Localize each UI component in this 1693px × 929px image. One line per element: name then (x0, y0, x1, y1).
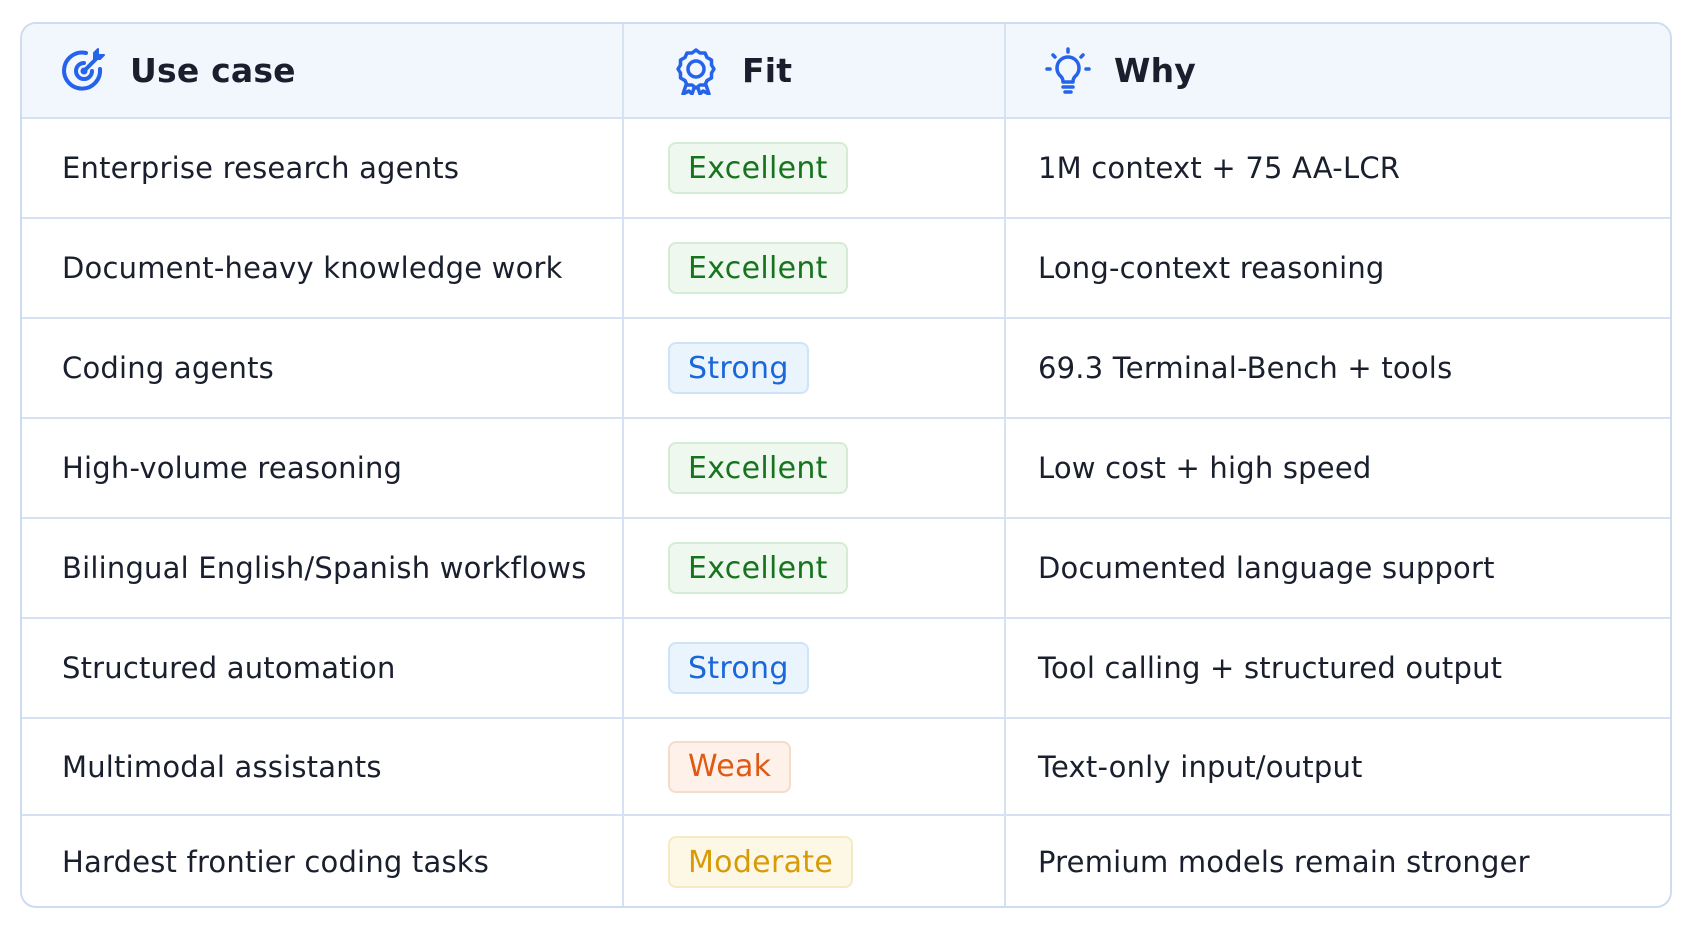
table-row: High-volume reasoning Excellent Low cost… (22, 419, 1670, 519)
why-cell: 1M context + 75 AA-LCR (1038, 151, 1401, 185)
fit-cell: Excellent (624, 519, 1006, 617)
table-row: Enterprise research agents Excellent 1M … (22, 119, 1670, 219)
why-cell: 69.3 Terminal-Bench + tools (1038, 351, 1453, 385)
why-cell: Tool calling + structured output (1038, 651, 1503, 685)
header-use-case-label: Use case (130, 51, 296, 90)
fit-badge: Excellent (668, 442, 848, 494)
table-header: Use case Fit Why (22, 24, 1670, 119)
use-case-cell: High-volume reasoning (22, 419, 624, 517)
use-case-cell: Multimodal assistants (22, 719, 624, 814)
why-cell: Premium models remain stronger (1038, 845, 1530, 879)
why-cell: Documented language support (1038, 551, 1495, 585)
use-case-cell: Bilingual English/Spanish workflows (22, 519, 624, 617)
fit-badge: Strong (668, 342, 809, 394)
fit-cell: Moderate (624, 816, 1006, 906)
use-case-cell: Enterprise research agents (22, 119, 624, 217)
header-use-case: Use case (22, 24, 624, 117)
use-case-cell: Coding agents (22, 319, 624, 417)
award-ribbon-icon (672, 47, 720, 95)
fit-cell: Weak (624, 719, 1006, 814)
fit-badge: Excellent (668, 142, 848, 194)
fit-badge: Moderate (668, 836, 854, 888)
table-row: Hardest frontier coding tasks Moderate P… (22, 816, 1670, 906)
why-cell: Long-context reasoning (1038, 251, 1385, 285)
table-row: Document-heavy knowledge work Excellent … (22, 219, 1670, 319)
table-row: Bilingual English/Spanish workflows Exce… (22, 519, 1670, 619)
table-row: Multimodal assistants Weak Text-only inp… (22, 719, 1670, 816)
fit-cell: Excellent (624, 219, 1006, 317)
table-row: Coding agents Strong 69.3 Terminal-Bench… (22, 319, 1670, 419)
fit-badge: Excellent (668, 542, 848, 594)
fit-cell: Excellent (624, 419, 1006, 517)
why-cell: Text-only input/output (1038, 749, 1363, 784)
table-row: Structured automation Strong Tool callin… (22, 619, 1670, 719)
use-case-cell: Hardest frontier coding tasks (22, 816, 624, 906)
why-cell: Low cost + high speed (1038, 451, 1372, 485)
fit-badge: Excellent (668, 242, 848, 294)
use-case-fit-table: Use case Fit Why Enterprise research age… (20, 22, 1672, 908)
header-why-label: Why (1114, 51, 1197, 90)
header-fit-label: Fit (742, 51, 793, 90)
fit-badge: Strong (668, 642, 809, 694)
use-case-cell: Structured automation (22, 619, 624, 717)
fit-cell: Strong (624, 319, 1006, 417)
target-icon (60, 47, 108, 95)
use-case-cell: Document-heavy knowledge work (22, 219, 624, 317)
fit-cell: Strong (624, 619, 1006, 717)
header-why: Why (1006, 24, 1670, 117)
lightbulb-icon (1044, 46, 1092, 95)
fit-cell: Excellent (624, 119, 1006, 217)
header-fit: Fit (624, 24, 1006, 117)
fit-badge: Weak (668, 740, 792, 793)
